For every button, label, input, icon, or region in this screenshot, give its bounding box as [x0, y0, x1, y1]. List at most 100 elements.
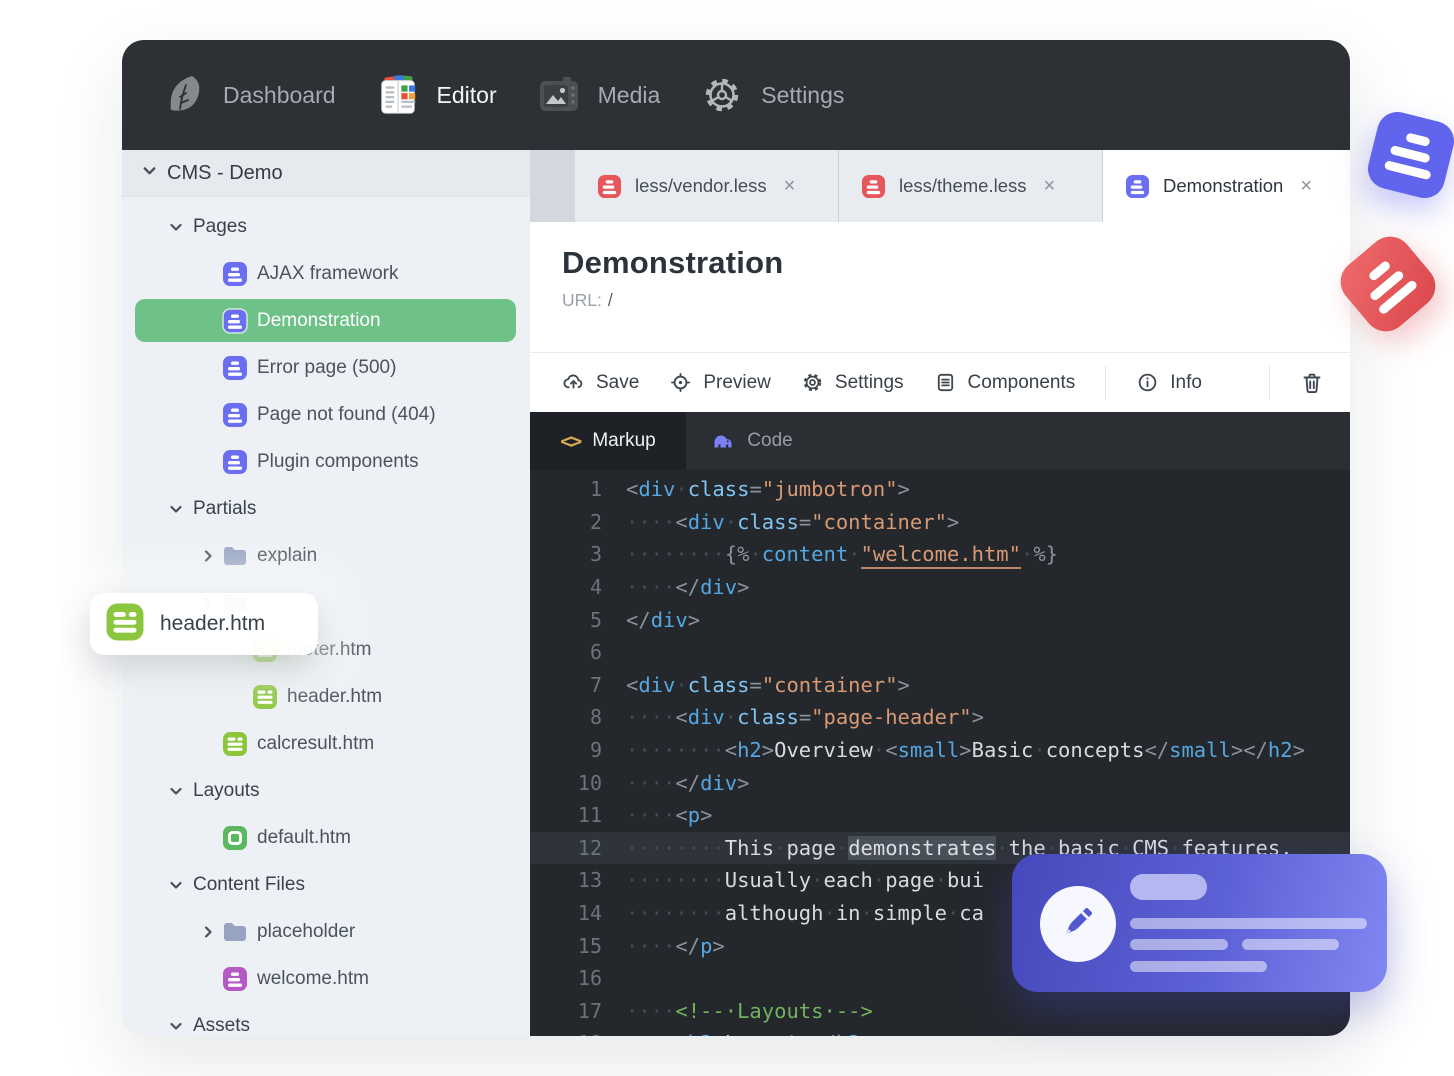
php-elephant-icon — [711, 429, 735, 453]
code-line-4[interactable]: 4 ····</div> — [530, 571, 1350, 604]
toolbar-button-label: Preview — [703, 371, 771, 393]
tree-item-label: Demonstration — [257, 309, 381, 331]
editor-tab-label: Code — [747, 430, 793, 451]
tree-item-ajax-framework[interactable]: AJAX framework — [122, 250, 530, 297]
tree-item-calcresult.htm[interactable]: calcresult.htm — [122, 720, 530, 767]
tree-item-label: Partials — [193, 497, 257, 519]
top-nav: Dashboard Editor Media Settings — [122, 40, 1350, 150]
nav-item-label: Dashboard — [223, 81, 336, 108]
line-number: 5 — [589, 607, 602, 632]
toolbar: Save Preview Settings Components Info — [530, 352, 1350, 412]
drag-ghost: header.htm — [90, 593, 318, 655]
tree-item-welcome.htm[interactable]: welcome.htm — [122, 955, 530, 1002]
leaf-logo-icon — [162, 73, 206, 117]
folder-icon — [222, 543, 248, 569]
code-line-18[interactable]: 18····<h2>Layouts</h2> — [530, 1027, 1350, 1036]
tab-label: Demonstration — [1163, 175, 1284, 196]
chevron-down-icon — [168, 219, 184, 235]
settings-button[interactable]: Settings — [801, 371, 904, 394]
toolbar-button-label: Info — [1170, 371, 1202, 393]
tree-item-plugin-components[interactable]: Plugin components — [122, 438, 530, 485]
line-number: 17 — [577, 998, 602, 1023]
tree-item-default.htm[interactable]: default.htm — [122, 814, 530, 861]
tree-item-label: welcome.htm — [257, 967, 369, 989]
components-button[interactable]: Components — [934, 371, 1076, 394]
page-icon — [1125, 174, 1150, 199]
tree-item-demonstration[interactable]: Demonstration — [122, 297, 530, 344]
line-number: 1 — [589, 477, 602, 502]
chevron-down-icon — [168, 783, 184, 799]
code-line-5[interactable]: 5 </div> — [530, 603, 1350, 636]
line-number: 3 — [589, 542, 602, 567]
close-icon[interactable]: × — [1044, 176, 1056, 196]
code-line-11[interactable]: 11 ····<p> — [530, 799, 1350, 832]
skeleton-line — [1130, 918, 1367, 929]
nav-item-settings[interactable]: Settings — [700, 73, 844, 117]
tree-item-placeholder[interactable]: placeholder — [122, 908, 530, 955]
tree-item-error-page-500-[interactable]: Error page (500) — [122, 344, 530, 391]
tree-section-pages[interactable]: Pages — [122, 203, 530, 250]
tree-section-content-files[interactable]: Content Files — [122, 861, 530, 908]
nav-item-dashboard[interactable]: Dashboard — [162, 73, 336, 117]
tree-item-page-not-found-404-[interactable]: Page not found (404) — [122, 391, 530, 438]
drag-ghost-label: header.htm — [160, 612, 266, 635]
toolbar-divider — [1269, 365, 1270, 400]
close-icon[interactable]: × — [1300, 176, 1312, 196]
delete-button[interactable] — [1300, 371, 1324, 395]
document-tab-less-theme.less[interactable]: less/theme.less × — [839, 150, 1103, 222]
code-line-10[interactable]: 10 ····</div> — [530, 766, 1350, 799]
line-number: 2 — [589, 509, 602, 534]
tab-label: less/theme.less — [899, 175, 1027, 196]
partial-file-icon — [105, 602, 145, 647]
nav-item-media[interactable]: Media — [537, 73, 660, 117]
editor-tab-markup[interactable]: <> Markup — [530, 412, 686, 470]
components-doc-icon — [934, 371, 957, 394]
toolbar-button-label: Components — [967, 371, 1076, 393]
sidebar-root[interactable]: CMS - Demo — [122, 150, 530, 197]
code-line-8[interactable]: 8 ····<div·class="page-header"> — [530, 701, 1350, 734]
editor-tabs: <> Markup Code — [530, 412, 1350, 470]
line-number: 7 — [589, 672, 602, 697]
content-file-icon — [222, 966, 248, 992]
document-tab-less-vendor.less[interactable]: less/vendor.less × — [575, 150, 839, 222]
chevron-down-icon — [168, 877, 184, 893]
tree-section-layouts[interactable]: Layouts — [122, 767, 530, 814]
skeleton-title — [1130, 874, 1207, 900]
code-line-1[interactable]: 1 <div·class="jumbotron"> — [530, 473, 1350, 506]
line-number: 12 — [577, 835, 602, 860]
preview-button[interactable]: Preview — [669, 371, 771, 394]
tree-item-explain[interactable]: explain — [122, 532, 530, 579]
code-line-17[interactable]: 17 ····<!--·Layouts·--> — [530, 995, 1350, 1028]
toolbar-button-label: Settings — [834, 371, 904, 393]
skeleton-line — [1242, 939, 1339, 950]
close-icon[interactable]: × — [784, 176, 796, 196]
code-line-9[interactable]: 9 ········<h2>Overview·<small>Basic·conce… — [530, 734, 1350, 767]
tree-section-partials[interactable]: Partials — [122, 485, 530, 532]
line-number: 6 — [589, 640, 602, 665]
tabstrip-lead — [530, 150, 575, 222]
tree-item-header.htm[interactable]: header.htm — [122, 673, 530, 720]
tree-item-label: AJAX framework — [257, 262, 399, 284]
tree-section-assets[interactable]: Assets — [122, 1002, 530, 1036]
code-line-2[interactable]: 2 ····<div·class="container"> — [530, 506, 1350, 539]
toolbar-divider — [1105, 365, 1107, 400]
nav-item-label: Settings — [761, 81, 845, 108]
skeleton-line — [1130, 961, 1267, 972]
skeleton-line — [1130, 939, 1228, 950]
info-button[interactable]: Info — [1136, 371, 1202, 394]
layout-file-icon — [222, 825, 248, 851]
nav-item-editor[interactable]: Editor — [376, 73, 497, 117]
tree-item-label: calcresult.htm — [257, 732, 375, 754]
page-url: URL: / — [562, 290, 1350, 311]
pencil-badge — [1040, 886, 1116, 962]
chevron-down-icon — [168, 1018, 184, 1034]
tree-item-label: Error page (500) — [257, 356, 397, 378]
line-number: 15 — [577, 933, 602, 958]
code-line-3[interactable]: 3 ········{%·content·"welcome.htm"·%} — [530, 538, 1350, 571]
save-button[interactable]: Save — [562, 371, 639, 394]
code-line-7[interactable]: 7 <div·class="container"> — [530, 669, 1350, 702]
document-tab-demonstration[interactable]: Demonstration × — [1103, 150, 1350, 222]
editor-tab-code[interactable]: Code — [686, 412, 818, 470]
line-number: 8 — [589, 705, 602, 730]
code-line-6[interactable]: 6 — [530, 636, 1350, 669]
